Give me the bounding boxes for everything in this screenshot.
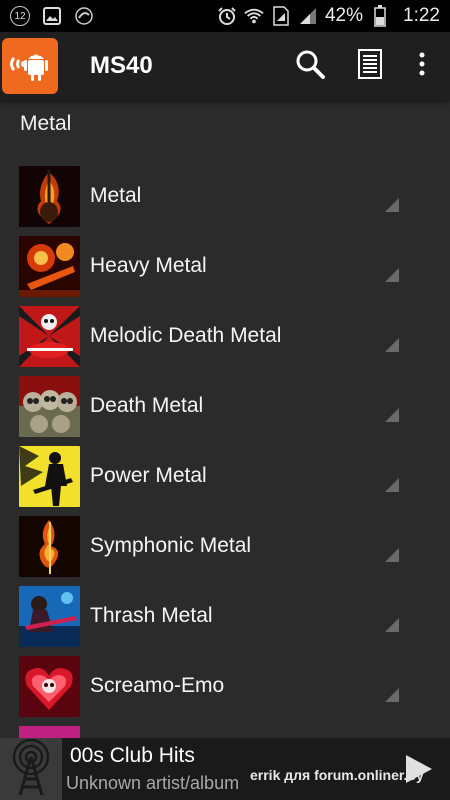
station-item-screamo-emo[interactable]: Screamo-Emo	[0, 650, 450, 720]
search-button[interactable]	[292, 48, 328, 84]
notification-count-badge: 12	[10, 6, 30, 26]
wifi-icon	[244, 6, 264, 26]
skulls-pile-thumbnail	[19, 376, 80, 437]
category-title: Metal	[20, 112, 72, 135]
play-icon	[404, 755, 434, 788]
overflow-menu-button[interactable]	[404, 48, 440, 84]
station-name: Death Metal	[90, 394, 204, 417]
list-view-button[interactable]	[352, 48, 388, 84]
expand-corner-icon	[385, 478, 399, 492]
station-name: Screamo-Emo	[90, 674, 225, 697]
alarm-icon	[217, 6, 237, 26]
flaming-treble-clef-thumbnail	[19, 516, 80, 577]
overflow-menu-icon	[418, 52, 426, 81]
station-item-metal[interactable]: Metal	[0, 160, 450, 230]
red-heart-skull-thumbnail	[19, 656, 80, 717]
station-name: Melodic Death Metal	[90, 324, 282, 347]
image-icon	[42, 6, 62, 26]
android-radio-icon	[6, 40, 54, 93]
expand-corner-icon	[385, 268, 399, 282]
status-bar: 12 42% 1:22	[0, 0, 450, 32]
search-icon	[295, 49, 325, 84]
sim-icon	[271, 6, 291, 26]
expand-corner-icon	[385, 548, 399, 562]
app-bar: MS40	[0, 32, 450, 100]
expand-corner-icon	[385, 618, 399, 632]
yellow-guitarist-silhouette-thumbnail	[19, 446, 80, 507]
blue-guitarist-thumbnail	[19, 586, 80, 647]
signal-icon	[298, 6, 318, 26]
station-name: Power Metal	[90, 464, 207, 487]
expand-corner-icon	[385, 688, 399, 702]
station-item-thrash-metal[interactable]: Thrash Metal	[0, 580, 450, 650]
now-playing-subtitle: Unknown artist/album	[66, 773, 240, 793]
app-logo[interactable]	[2, 38, 58, 94]
station-item-power-metal[interactable]: Power Metal	[0, 440, 450, 510]
list-view-icon	[358, 48, 382, 84]
station-item-heavy-metal[interactable]: Heavy Metal	[0, 230, 450, 300]
station-name: Heavy Metal	[90, 254, 207, 277]
play-button[interactable]	[404, 754, 434, 784]
station-name: Symphonic Metal	[90, 534, 252, 557]
station-name: Metal	[90, 184, 142, 207]
expand-corner-icon	[385, 338, 399, 352]
expand-corner-icon	[385, 408, 399, 422]
expand-corner-icon	[385, 198, 399, 212]
watermark-text: errik для forum.onliner.by	[250, 767, 424, 783]
clock: 1:22	[403, 5, 440, 26]
station-item-symphonic-metal[interactable]: Symphonic Metal	[0, 510, 450, 580]
now-playing-bar[interactable]: 00s Club Hits Unknown artist/album errik…	[0, 738, 450, 800]
partial-thumbnail	[19, 726, 80, 738]
station-item-partial[interactable]	[0, 720, 450, 738]
skull-red-guitar-thumbnail	[19, 306, 80, 367]
battery-icon	[370, 5, 390, 27]
battery-percentage: 42%	[324, 5, 364, 26]
station-name: Thrash Metal	[90, 604, 213, 627]
app-notification-icon	[74, 6, 94, 26]
flaming-guitar-thumbnail	[19, 166, 80, 227]
fiery-skeleton-guitarist-thumbnail	[19, 236, 80, 297]
station-item-death-metal[interactable]: Death Metal	[0, 370, 450, 440]
station-list[interactable]: Metal Heavy Metal Melodic Death Metal De…	[0, 160, 450, 738]
station-item-melodic-death-metal[interactable]: Melodic Death Metal	[0, 300, 450, 370]
radio-tower-icon	[6, 738, 56, 800]
player-artwork	[0, 738, 62, 800]
app-title: MS40	[90, 52, 153, 79]
now-playing-title: 00s Club Hits	[70, 744, 195, 767]
